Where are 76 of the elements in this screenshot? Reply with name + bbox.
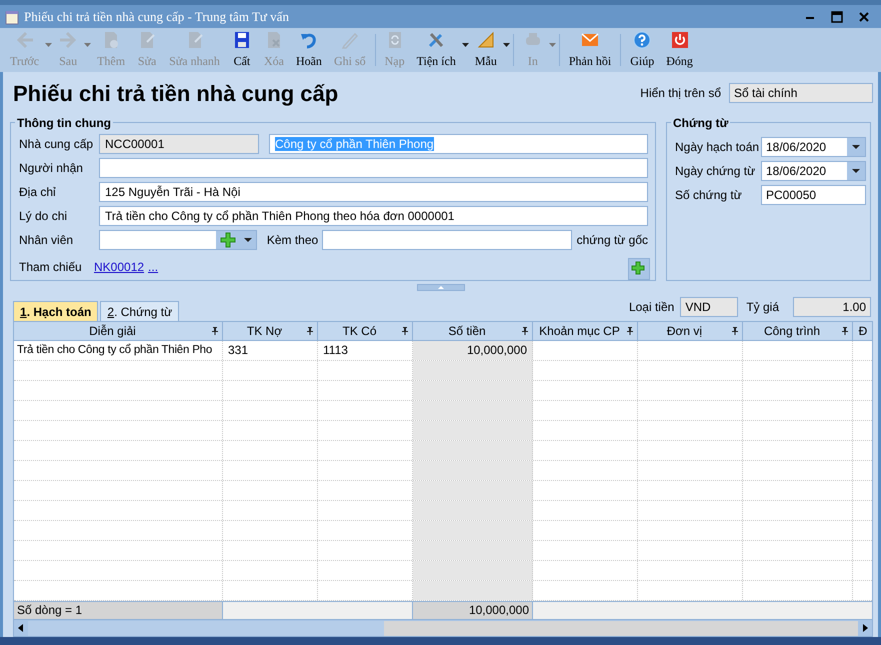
tab[interactable]: 2. Chứng từ — [100, 301, 180, 321]
pin-icon[interactable] — [306, 327, 314, 335]
pin-icon[interactable] — [841, 327, 849, 335]
field-label: Lý do chi — [19, 208, 68, 225]
date-field[interactable]: 18/06/2020 — [761, 137, 866, 157]
reason-field[interactable]: Trả tiền cho Công ty cổ phần Thiên Phong theo hóa đơn 0000001 — [99, 206, 648, 226]
pin-icon[interactable] — [211, 327, 219, 335]
caret-icon[interactable] — [244, 238, 252, 242]
field-label: Tham chiếu — [19, 259, 83, 276]
attachments-field[interactable] — [322, 230, 572, 250]
address-field[interactable]: 125 Nguyễn Trãi - Hà Nội — [99, 182, 648, 202]
toolbar-button[interactable]: Hoãn — [290, 28, 328, 72]
field-label: Ngày chứng từ — [675, 163, 756, 180]
arrow-right-icon — [58, 30, 78, 50]
window-title: Phiếu chi trả tiền nhà cung cấp - Trung tâm Tư vấn — [24, 8, 289, 26]
pin-icon[interactable] — [626, 327, 634, 335]
notepad-icon — [4, 8, 20, 24]
field-label: Nhân viên — [19, 232, 74, 249]
column-header[interactable]: Đơn vị — [638, 322, 731, 340]
toolbar-button[interactable]: Giúp — [624, 28, 660, 72]
splitter-handle[interactable] — [416, 284, 464, 290]
field-label: Số chứng từ — [675, 187, 743, 204]
field-label: Hiển thị trên sổ — [640, 85, 721, 102]
close-icon[interactable] — [859, 12, 869, 22]
field-label: Nhà cung cấp — [19, 136, 94, 153]
scrollbar-thumb[interactable] — [28, 620, 384, 636]
field-label: Địa chỉ — [19, 184, 57, 201]
pin-icon[interactable] — [521, 327, 529, 335]
ruler-icon — [476, 30, 496, 50]
ledger-field[interactable]: Sổ tài chính — [729, 83, 873, 103]
column-header[interactable]: TK Nợ — [223, 322, 306, 340]
column-header[interactable]: Diễn giải — [14, 322, 211, 340]
supplier-code-field[interactable]: NCC00001 — [99, 134, 259, 154]
field-suffix: chứng từ gốc — [576, 232, 648, 249]
column-header[interactable]: Số tiền — [413, 322, 521, 340]
employee-field[interactable] — [99, 230, 257, 250]
field-label: Tỷ giá — [746, 299, 779, 316]
form-title: Phiếu chi trả tiền nhà cung cấp — [12, 80, 338, 108]
pin-icon[interactable] — [401, 327, 409, 335]
table-cell: 331 — [223, 341, 318, 360]
field-label: Kèm theo — [266, 232, 320, 249]
toolbar-button[interactable]: Đóng — [660, 28, 699, 72]
toolbar-button[interactable]: Phản hồi — [562, 28, 618, 72]
date-field[interactable]: 18/06/2020 — [761, 161, 866, 181]
power-icon — [670, 30, 690, 50]
row-count: Số dòng = 1 — [14, 602, 223, 619]
recipient-field[interactable] — [99, 158, 648, 178]
rate-field[interactable]: 1.00 — [793, 297, 871, 317]
table-cell: 10,000,000 — [413, 341, 533, 360]
column-header[interactable]: Khoản mục CP — [533, 322, 626, 340]
column-header[interactable]: Công trình — [743, 322, 841, 340]
toolbar-button[interactable]: Tiện ích — [410, 28, 462, 72]
caret-icon[interactable] — [502, 43, 510, 47]
field-label: Loại tiền — [628, 299, 674, 316]
caret-icon[interactable] — [852, 169, 860, 173]
voucher-number-field[interactable]: PC00050 — [761, 185, 866, 205]
more-link[interactable]: ... — [148, 258, 158, 276]
toolbar-button[interactable]: Cất — [226, 28, 258, 72]
plus-icon — [631, 261, 647, 277]
column-header[interactable]: TK Có — [318, 322, 401, 340]
currency-field[interactable]: VND — [680, 297, 738, 317]
caret-icon[interactable] — [852, 145, 860, 149]
pin-icon[interactable] — [731, 327, 739, 335]
field-label: Ngày hạch toán — [675, 139, 760, 156]
reference-link[interactable]: NK00012 — [94, 258, 144, 276]
caret-icon[interactable] — [462, 43, 469, 47]
help-icon — [632, 30, 652, 50]
arrow-left-icon — [14, 30, 35, 50]
pencil-icon — [340, 30, 360, 50]
column-header[interactable]: Đ — [853, 322, 872, 340]
table-cell: Trả tiền cho Công ty cổ phần Thiên Pho — [14, 341, 223, 360]
field-label: Người nhận — [19, 160, 84, 177]
total-amount: 10,000,000 — [413, 602, 533, 619]
tab[interactable]: 1. Hạch toán — [13, 301, 98, 321]
maximize-icon[interactable] — [831, 10, 843, 22]
toolbar-button[interactable]: Mẫu — [468, 28, 503, 72]
